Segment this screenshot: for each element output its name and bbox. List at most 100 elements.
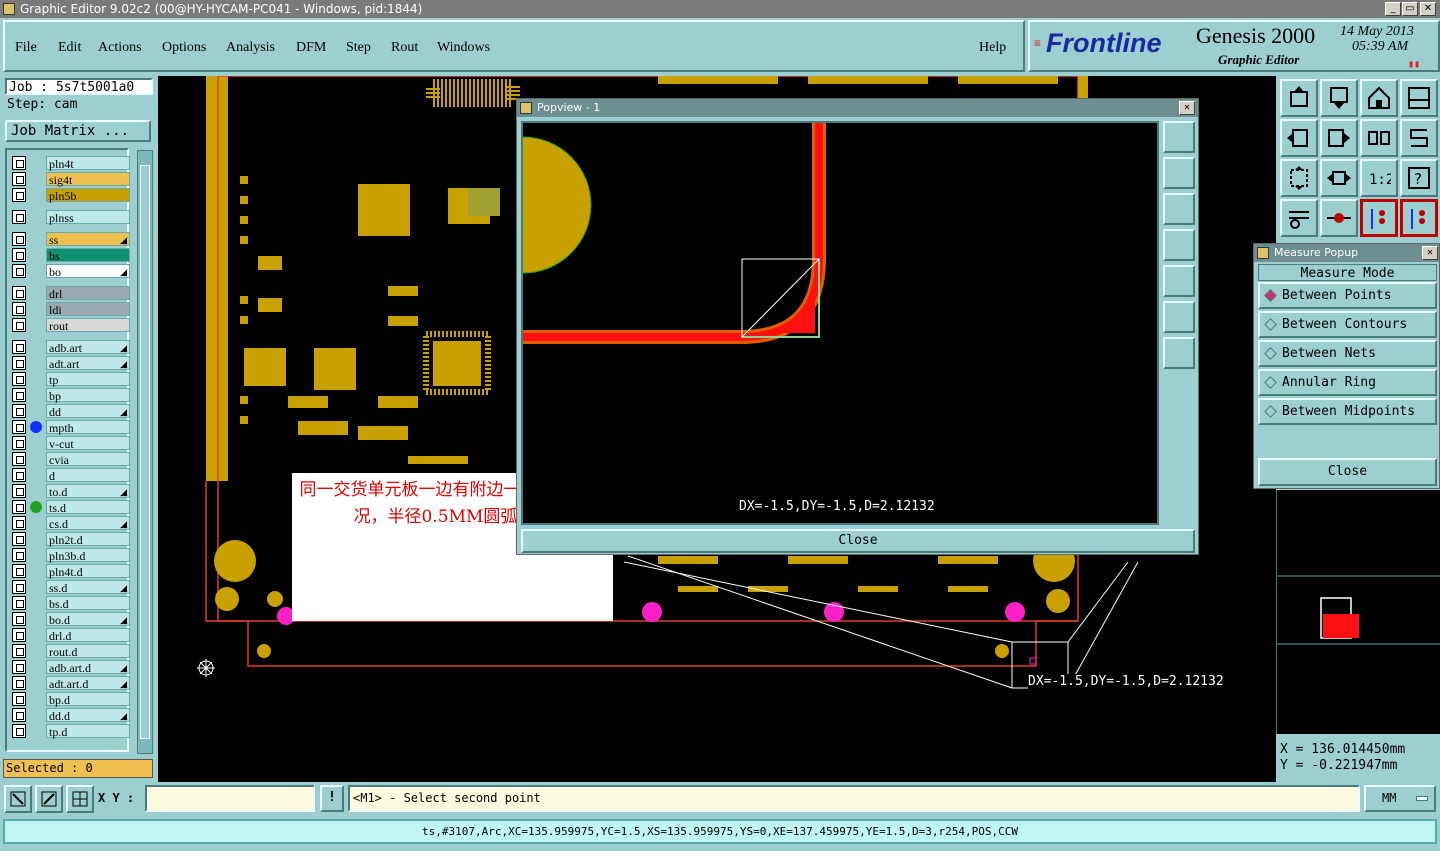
layer-name[interactable]: bp.d bbox=[46, 692, 130, 707]
layer-checkbox[interactable] bbox=[12, 188, 26, 202]
home-icon[interactable] bbox=[1360, 79, 1398, 117]
layer-name[interactable]: bo.d ◢ bbox=[46, 612, 130, 627]
layer-name[interactable]: ts.d bbox=[46, 500, 130, 515]
layer-row-dd-d[interactable]: dd.d ◢ bbox=[12, 708, 130, 723]
layer-checkbox[interactable] bbox=[12, 612, 26, 626]
layer-name[interactable]: tp bbox=[46, 372, 130, 387]
layer-name[interactable]: drl.d bbox=[46, 628, 130, 643]
layer-checkbox[interactable] bbox=[12, 596, 26, 610]
layer-scrollbar[interactable] bbox=[137, 150, 153, 754]
measure-close-x-button[interactable]: ✕ bbox=[1422, 246, 1438, 260]
popview-pan-right-icon[interactable] bbox=[1163, 265, 1195, 297]
layer-row-pln4t[interactable]: pln4t bbox=[12, 156, 130, 171]
close-window-button[interactable]: ✕ bbox=[1420, 2, 1436, 16]
popview-zoom-fit-icon[interactable] bbox=[1163, 301, 1195, 333]
layer-row-to-d[interactable]: to.d ◢ bbox=[12, 484, 130, 499]
measure-line-icon[interactable] bbox=[35, 785, 63, 813]
tools-icon[interactable] bbox=[1280, 199, 1318, 237]
menu-analysis[interactable]: Analysis bbox=[226, 40, 275, 56]
layer-name[interactable]: pln5b bbox=[46, 188, 130, 203]
help-icon[interactable]: ? bbox=[1400, 159, 1438, 197]
layer-checkbox[interactable] bbox=[12, 420, 26, 434]
layer-checkbox[interactable] bbox=[12, 210, 26, 224]
layer-row-sig4t[interactable]: sig4t bbox=[12, 172, 130, 187]
menu-rout[interactable]: Rout bbox=[391, 40, 418, 56]
layer-name[interactable]: bs bbox=[46, 248, 130, 263]
layer-row-bs-d[interactable]: bs.d bbox=[12, 596, 130, 611]
option-between-nets[interactable]: Between Nets bbox=[1258, 340, 1437, 367]
split-view-icon[interactable] bbox=[1400, 79, 1438, 117]
popview-pan-left-icon[interactable] bbox=[1163, 229, 1195, 261]
layer-row-bp[interactable]: bp bbox=[12, 388, 130, 403]
layer-row-drl-d[interactable]: drl.d bbox=[12, 628, 130, 643]
layer-row-ss[interactable]: ss ◢ bbox=[12, 232, 130, 247]
pan-right-icon[interactable] bbox=[1320, 119, 1358, 157]
measure-close-button[interactable]: Close bbox=[1258, 458, 1437, 486]
net-highlight-icon[interactable] bbox=[1360, 199, 1398, 237]
layer-checkbox[interactable] bbox=[12, 564, 26, 578]
pan-up-icon[interactable] bbox=[1280, 79, 1318, 117]
layer-name[interactable]: rout bbox=[46, 318, 130, 333]
layer-row-pln2t-d[interactable]: pln2t.d bbox=[12, 532, 130, 547]
layer-name[interactable]: cs.d ◢ bbox=[46, 516, 130, 531]
layer-name[interactable]: cvia bbox=[46, 452, 130, 467]
layer-row-ss-d[interactable]: ss.d ◢ bbox=[12, 580, 130, 595]
layer-row-bs[interactable]: bs bbox=[12, 248, 130, 263]
layer-row-bp-d[interactable]: bp.d bbox=[12, 692, 130, 707]
layer-row-drl[interactable]: drl bbox=[12, 286, 130, 301]
popview-close-button[interactable]: Close bbox=[521, 529, 1195, 553]
menu-actions[interactable]: Actions bbox=[98, 40, 142, 56]
menu-step[interactable]: Step bbox=[346, 40, 371, 56]
scale-1-2-icon[interactable]: 1:2 bbox=[1360, 159, 1398, 197]
layer-checkbox[interactable] bbox=[12, 156, 26, 170]
layer-checkbox[interactable] bbox=[12, 692, 26, 706]
layer-row-rout[interactable]: rout bbox=[12, 318, 130, 333]
layer-name[interactable]: dd.d ◢ bbox=[46, 708, 130, 723]
popview-close-x-button[interactable]: ✕ bbox=[1179, 101, 1195, 115]
layer-row-cs-d[interactable]: cs.d ◢ bbox=[12, 516, 130, 531]
select-arrow-icon[interactable] bbox=[4, 785, 32, 813]
layer-row-mpth[interactable]: mpth bbox=[12, 420, 130, 435]
layer-row-dd[interactable]: dd ◢ bbox=[12, 404, 130, 419]
pan-down-icon[interactable] bbox=[1320, 79, 1358, 117]
layer-checkbox[interactable] bbox=[12, 628, 26, 642]
layer-checkbox[interactable] bbox=[12, 484, 26, 498]
layer-row-adb-art-d[interactable]: adb.art.d ◢ bbox=[12, 660, 130, 675]
layer-row-ldi[interactable]: ldi bbox=[12, 302, 130, 317]
xy-input[interactable] bbox=[145, 785, 315, 812]
maximize-button[interactable]: ▭ bbox=[1402, 2, 1418, 16]
pan-left-icon[interactable] bbox=[1280, 119, 1318, 157]
job-matrix-button[interactable]: Job Matrix ... bbox=[5, 120, 151, 142]
layer-checkbox[interactable] bbox=[12, 264, 26, 278]
layer-name[interactable]: pln2t.d bbox=[46, 532, 130, 547]
layer-checkbox[interactable] bbox=[12, 172, 26, 186]
layer-name[interactable]: adt.art ◢ bbox=[46, 356, 130, 371]
popview-zoom-icon[interactable] bbox=[1163, 121, 1195, 153]
layer-checkbox[interactable] bbox=[12, 468, 26, 482]
layer-row-cvia[interactable]: cvia bbox=[12, 452, 130, 467]
layer-checkbox[interactable] bbox=[12, 248, 26, 262]
option-between-points[interactable]: Between Points bbox=[1258, 282, 1437, 309]
layer-checkbox[interactable] bbox=[12, 372, 26, 386]
layer-name[interactable]: to.d ◢ bbox=[46, 484, 130, 499]
layer-row-bo[interactable]: bo ◢ bbox=[12, 264, 130, 279]
layer-checkbox[interactable] bbox=[12, 286, 26, 300]
layer-row-d[interactable]: d bbox=[12, 468, 130, 483]
popview-pan-up-icon[interactable] bbox=[1163, 157, 1195, 189]
layer-row-tp[interactable]: tp bbox=[12, 372, 130, 387]
net-select-icon[interactable] bbox=[1400, 199, 1438, 237]
layer-row-adt-art[interactable]: adt.art ◢ bbox=[12, 356, 130, 371]
layer-row-adt-art-d[interactable]: adt.art.d ◢ bbox=[12, 676, 130, 691]
layer-name[interactable]: pln4t bbox=[46, 156, 130, 171]
layer-name[interactable]: adt.art.d ◢ bbox=[46, 676, 130, 691]
grid-icon[interactable] bbox=[66, 785, 94, 813]
scrollbar-thumb[interactable] bbox=[140, 165, 150, 739]
layer-row-tp-d[interactable]: tp.d bbox=[12, 724, 130, 739]
layer-name[interactable]: pln4t.d bbox=[46, 564, 130, 579]
layer-name[interactable]: mpth bbox=[46, 420, 130, 435]
layer-name[interactable]: dd ◢ bbox=[46, 404, 130, 419]
layer-name[interactable]: adb.art ◢ bbox=[46, 340, 130, 355]
layer-checkbox[interactable] bbox=[12, 452, 26, 466]
layer-checkbox[interactable] bbox=[12, 580, 26, 594]
layer-checkbox[interactable] bbox=[12, 356, 26, 370]
